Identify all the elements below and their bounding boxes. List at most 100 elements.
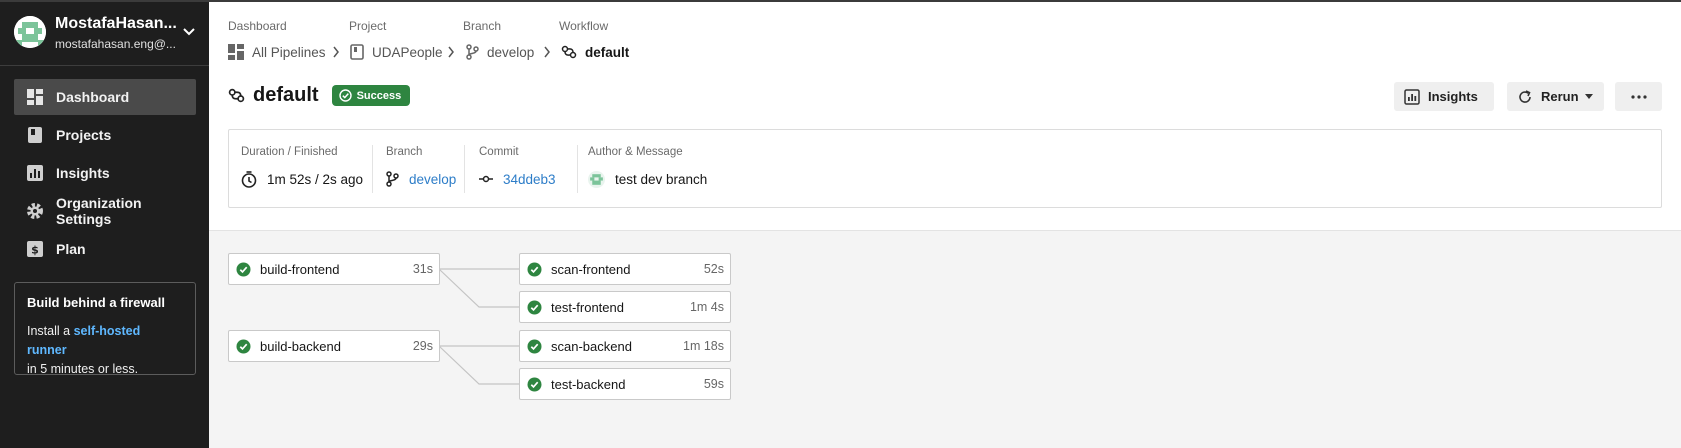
breadcrumb-value: develop	[487, 44, 535, 60]
breadcrumb-label-branch: Branch	[463, 19, 502, 33]
breadcrumb-label-dashboard: Dashboard	[228, 19, 287, 33]
workflow-icon	[228, 88, 245, 103]
rerun-button[interactable]: Rerun	[1507, 82, 1604, 111]
title-row: default Success	[228, 84, 411, 107]
sidebar-item-plan[interactable]: $ Plan	[14, 231, 196, 267]
job-duration: 31s	[412, 262, 433, 276]
svg-text:$: $	[31, 244, 39, 257]
job-name: scan-frontend	[551, 261, 631, 277]
insights-button[interactable]: Insights	[1394, 82, 1494, 111]
sidebar-item-label: Insights	[56, 165, 110, 181]
check-circle-icon	[338, 89, 352, 102]
branch-icon	[466, 44, 479, 60]
chevron-right-icon	[544, 46, 550, 58]
success-check-icon	[236, 262, 251, 276]
breadcrumb-project[interactable]: UDAPeople	[350, 43, 443, 61]
commit-icon	[479, 175, 493, 183]
account-email: mostafahasan.eng@...	[55, 37, 176, 51]
workflow-summary: Duration / Finished 1m 52s / 2s ago Bran…	[228, 129, 1662, 208]
success-check-icon	[527, 377, 542, 391]
breadcrumb-branch[interactable]: develop	[466, 43, 534, 61]
job-scan-backend[interactable]: scan-backend 1m 18s	[519, 330, 731, 362]
branch-value[interactable]: develop	[386, 170, 456, 188]
sidebar-item-projects[interactable]: Projects	[14, 117, 196, 153]
sidebar-item-label: Organization Settings	[56, 195, 142, 227]
firewall-promo: Build behind a firewall Install a self-h…	[14, 282, 196, 376]
more-options-button[interactable]	[1615, 82, 1662, 111]
job-name: test-backend	[551, 376, 626, 392]
insights-icon	[1404, 88, 1420, 105]
project-icon	[350, 44, 364, 60]
sidebar-item-insights[interactable]: Insights	[14, 155, 196, 191]
commit-message: test dev branch	[615, 171, 708, 187]
promo-text-after: in 5 minutes or less.	[27, 362, 139, 376]
refresh-icon	[1519, 89, 1531, 103]
avatar	[588, 170, 605, 188]
job-name: test-frontend	[551, 299, 624, 315]
job-name: build-frontend	[260, 261, 340, 277]
author-value: test dev branch	[588, 170, 707, 188]
divider	[464, 145, 465, 193]
promo-text-before: Install a	[27, 324, 74, 338]
job-duration: 59s	[703, 377, 724, 391]
duration-label: Duration / Finished	[241, 146, 338, 158]
success-check-icon	[236, 339, 251, 353]
job-duration: 29s	[412, 339, 433, 353]
status-text: Success	[356, 89, 402, 102]
projects-icon	[26, 126, 44, 144]
gear-icon	[26, 202, 44, 220]
duration-text: 1m 52s / 2s ago	[267, 171, 364, 187]
timer-icon	[241, 170, 257, 188]
commit-label: Commit	[479, 146, 519, 158]
breadcrumb-all-pipelines[interactable]: All Pipelines	[228, 43, 326, 61]
sidebar-divider	[0, 65, 209, 66]
sidebar-item-dashboard[interactable]: Dashboard	[14, 79, 196, 115]
branch-link[interactable]: develop	[409, 172, 456, 187]
job-scan-frontend[interactable]: scan-frontend 52s	[519, 253, 731, 285]
promo-title: Build behind a firewall	[27, 295, 165, 310]
plan-icon: $	[26, 240, 44, 258]
breadcrumb-value: UDAPeople	[372, 44, 443, 60]
caret-down-icon	[1584, 93, 1593, 99]
chevron-down-icon[interactable]	[182, 27, 196, 37]
commit-value[interactable]: 34ddeb3	[479, 170, 556, 188]
job-build-backend[interactable]: build-backend 29s	[228, 330, 440, 362]
author-label: Author & Message	[588, 146, 683, 158]
breadcrumb-value: default	[585, 44, 630, 60]
avatar	[14, 16, 46, 48]
sidebar-item-label: Dashboard	[56, 89, 130, 105]
sidebar-item-label: Projects	[56, 127, 112, 143]
job-name: build-backend	[260, 338, 341, 354]
sidebar-item-label: Plan	[56, 241, 86, 257]
pipelines-icon	[228, 44, 244, 60]
insights-button-label: Insights	[1428, 89, 1478, 104]
success-check-icon	[527, 300, 542, 314]
commit-link[interactable]: 34ddeb3	[503, 172, 556, 187]
more-horizontal-icon	[1630, 94, 1647, 99]
insights-icon	[26, 164, 44, 182]
page-title: default	[253, 84, 319, 106]
divider	[577, 145, 578, 193]
rerun-button-label: Rerun	[1541, 89, 1579, 104]
branch-icon	[386, 171, 399, 187]
job-name: scan-backend	[551, 338, 632, 354]
breadcrumb-label-project: Project	[349, 19, 387, 33]
workflow-graph: build-frontend 31s scan-frontend 52s tes…	[209, 232, 1681, 448]
job-duration: 52s	[703, 262, 724, 276]
workflow-icon	[561, 45, 577, 59]
divider	[372, 145, 373, 193]
job-build-frontend[interactable]: build-frontend 31s	[228, 253, 440, 285]
account-switcher[interactable]: MostafaHasan... mostafahasan.eng@...	[0, 2, 209, 64]
job-test-frontend[interactable]: test-frontend 1m 4s	[519, 291, 731, 323]
branch-label: Branch	[386, 146, 423, 158]
account-name: MostafaHasan...	[55, 15, 177, 32]
workflow-header: Dashboard All Pipelines Project UDAPeopl…	[209, 2, 1681, 231]
chevron-right-icon	[448, 46, 454, 58]
success-check-icon	[527, 339, 542, 353]
sidebar-item-organization-settings[interactable]: Organization Settings	[14, 193, 196, 229]
breadcrumb-workflow: default	[561, 43, 629, 61]
job-duration: 1m 4s	[689, 300, 724, 314]
sidebar: MostafaHasan... mostafahasan.eng@... Das…	[0, 2, 209, 448]
job-test-backend[interactable]: test-backend 59s	[519, 368, 731, 400]
job-duration: 1m 18s	[683, 339, 724, 353]
